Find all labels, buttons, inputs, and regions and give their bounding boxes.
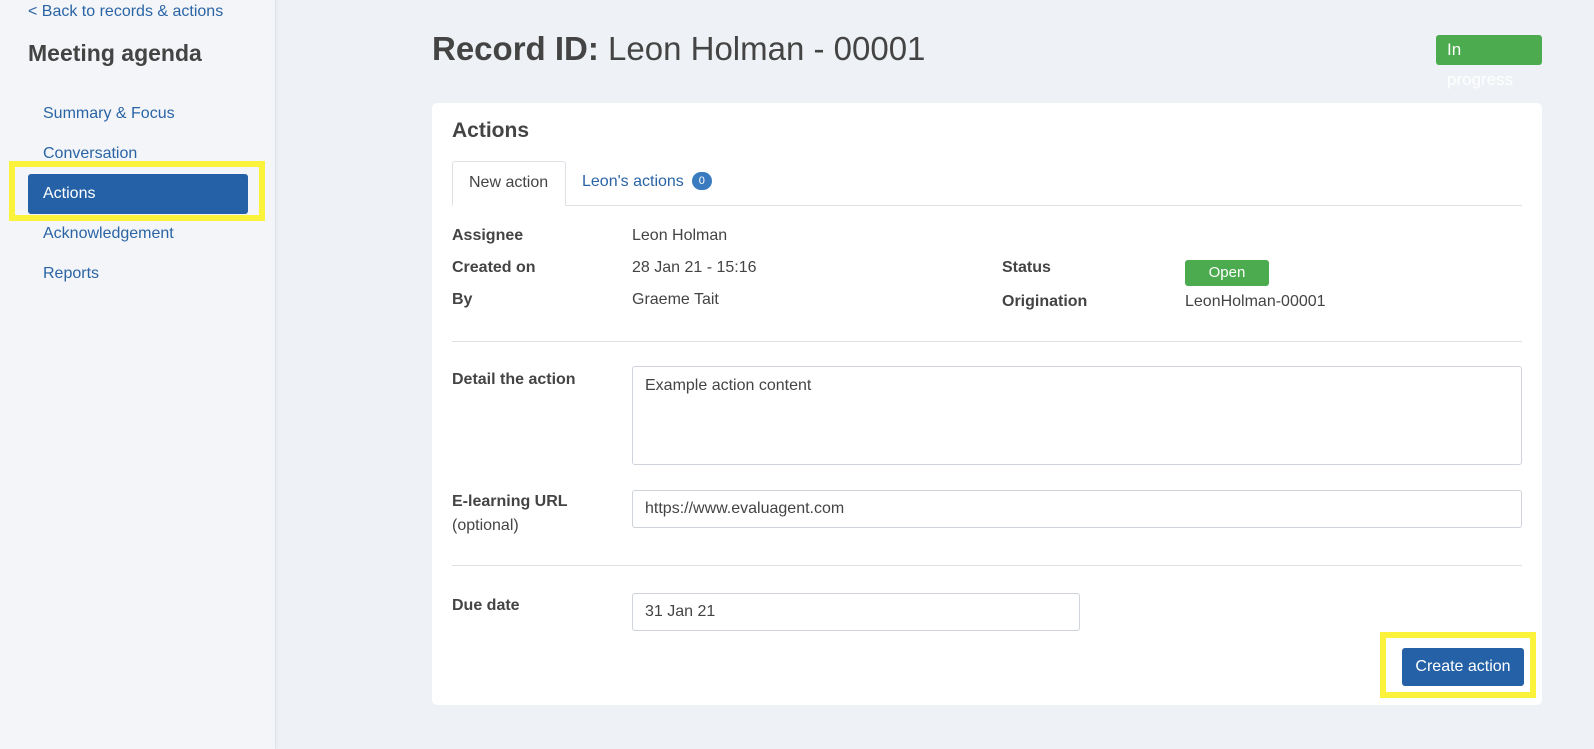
record-name: Leon Holman - 00001 xyxy=(608,30,926,67)
due-date-label: Due date xyxy=(452,597,520,614)
assignee-label: Assignee xyxy=(452,227,524,244)
origination-label: Origination xyxy=(1002,293,1088,310)
status-badge: In progress xyxy=(1436,35,1542,89)
by-value: Graeme Tait xyxy=(632,291,719,308)
create-action-button[interactable]: Create action xyxy=(1402,648,1524,686)
detail-action-label: Detail the action xyxy=(452,371,576,388)
sidebar: < Back to records & actions Meeting agen… xyxy=(0,0,276,749)
count-badge: 0 xyxy=(691,172,712,190)
divider xyxy=(452,565,1522,566)
sidebar-item-summary-focus[interactable]: Summary & Focus xyxy=(28,94,248,134)
sidebar-title: Meeting agenda xyxy=(28,40,202,66)
record-id-label: Record ID: xyxy=(432,30,599,67)
due-date-input[interactable] xyxy=(632,593,1080,631)
detail-action-textarea[interactable]: Example action content xyxy=(632,366,1522,465)
tab-new-action[interactable]: New action xyxy=(452,161,566,206)
created-on-label: Created on xyxy=(452,259,536,276)
sidebar-item-actions[interactable]: Actions xyxy=(28,174,248,214)
actions-card: Actions New action Leon's actions 0 Assig… xyxy=(432,103,1542,705)
created-on-value: 28 Jan 21 - 15:16 xyxy=(632,259,757,276)
tab-bar: New action Leon's actions 0 xyxy=(452,161,1522,206)
divider xyxy=(452,341,1522,342)
elearning-url-input[interactable] xyxy=(632,490,1522,528)
tab-leons-actions-label: Leon's actions xyxy=(582,173,684,190)
tab-leons-actions[interactable]: Leon's actions 0 xyxy=(566,161,728,206)
elearning-url-label: E-learning URL xyxy=(452,493,568,510)
sidebar-item-conversation[interactable]: Conversation xyxy=(28,134,248,174)
sidebar-nav: Summary & Focus Conversation Actions Ack… xyxy=(28,94,248,294)
card-title: Actions xyxy=(452,119,530,142)
elearning-url-optional: (optional) xyxy=(452,517,519,534)
by-label: By xyxy=(452,291,473,308)
sidebar-item-reports[interactable]: Reports xyxy=(28,254,248,294)
page-title: Record ID: Leon Holman - 00001 xyxy=(432,30,925,68)
status-open-badge: Open xyxy=(1185,260,1269,286)
origination-value: LeonHolman-00001 xyxy=(1185,293,1326,310)
sidebar-item-acknowledgement[interactable]: Acknowledgement xyxy=(28,214,248,254)
status-label: Status xyxy=(1002,259,1051,276)
assignee-value: Leon Holman xyxy=(632,227,728,244)
back-to-records-link[interactable]: < Back to records & actions xyxy=(28,3,223,21)
